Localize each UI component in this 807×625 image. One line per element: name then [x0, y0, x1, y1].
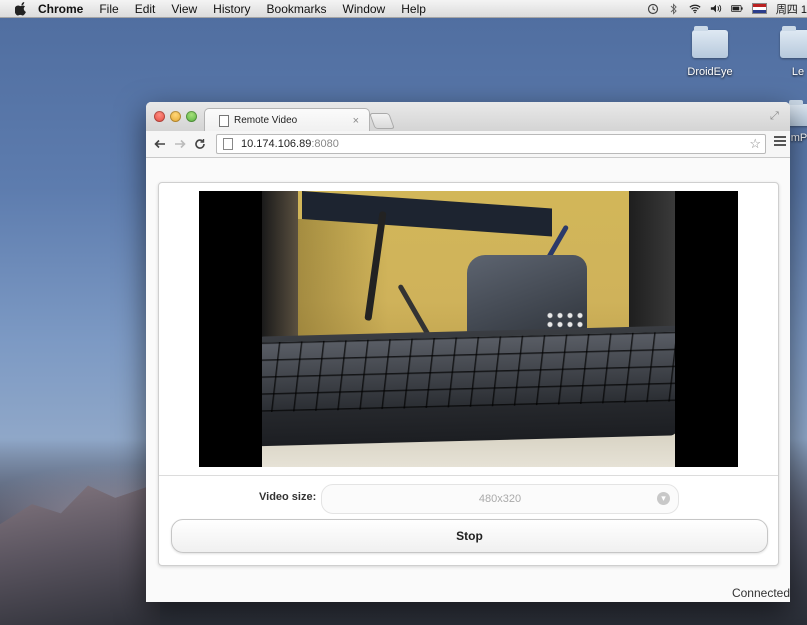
browser-toolbar: 10.174.106.89:8080 ☆: [146, 131, 790, 158]
new-tab-button[interactable]: [369, 113, 395, 129]
desktop-folder-droideye[interactable]: DroidEye: [675, 26, 745, 78]
video-player[interactable]: [199, 191, 738, 467]
menu-bar: Chrome File Edit View History Bookmarks …: [0, 0, 807, 18]
apple-menu-icon[interactable]: [14, 1, 28, 16]
page-icon: [219, 114, 229, 127]
connection-status: Connected: [731, 586, 790, 600]
video-panel: Video size: 480x320 ▾ Stop: [158, 182, 779, 566]
tab-title: Remote Video: [234, 115, 298, 126]
video-frame: [262, 191, 675, 467]
tab-remote-video[interactable]: Remote Video ×: [204, 108, 370, 132]
bluetooth-icon[interactable]: [668, 2, 680, 15]
panel-divider: [159, 475, 778, 476]
menu-edit[interactable]: Edit: [135, 2, 156, 16]
flag-icon[interactable]: [751, 3, 767, 14]
minimize-window-button[interactable]: [170, 111, 181, 122]
menu-file[interactable]: File: [99, 2, 118, 16]
address-host: 10.174.106.89: [241, 138, 312, 150]
menu-history[interactable]: History: [213, 2, 250, 16]
chrome-menu-button[interactable]: [774, 136, 786, 148]
bookmark-star-icon[interactable]: ☆: [749, 136, 761, 152]
tab-strip: Remote Video × ⤢: [146, 102, 790, 132]
stop-button[interactable]: Stop: [171, 519, 768, 553]
status-area: 周四 1: [647, 0, 807, 17]
folder-icon: [692, 26, 728, 58]
volume-icon[interactable]: [710, 3, 722, 15]
battery-icon[interactable]: [730, 3, 743, 15]
forward-button[interactable]: [170, 134, 190, 154]
desktop-folder-label: Le: [791, 66, 805, 78]
menu-help[interactable]: Help: [401, 2, 426, 16]
browser-window: Remote Video × ⤢ 10.174.106.89:8080 ☆ V…: [146, 102, 790, 602]
reload-button[interactable]: [190, 134, 210, 154]
address-bar[interactable]: 10.174.106.89:8080 ☆: [216, 134, 766, 154]
chevron-down-icon: ▾: [657, 492, 670, 505]
menu-clock[interactable]: 周四 1: [776, 1, 807, 17]
video-size-select[interactable]: 480x320 ▾: [321, 484, 679, 514]
menu-bookmarks[interactable]: Bookmarks: [267, 2, 327, 16]
video-size-value: 480x320: [478, 493, 522, 505]
menu-app-name[interactable]: Chrome: [38, 2, 83, 16]
close-window-button[interactable]: [154, 111, 165, 122]
window-controls: [154, 111, 197, 122]
video-size-label: Video size:: [259, 491, 317, 503]
desktop-folder-le[interactable]: Le: [773, 26, 807, 78]
desktop-folder-label: DroidEye: [687, 66, 733, 78]
folder-icon: [780, 26, 807, 58]
zoom-window-button[interactable]: [186, 111, 197, 122]
address-port: :8080: [311, 138, 339, 150]
fullscreen-icon[interactable]: ⤢: [770, 110, 782, 122]
close-tab-icon[interactable]: ×: [353, 115, 359, 127]
menu-window[interactable]: Window: [343, 2, 386, 16]
folder-icon: [787, 100, 807, 126]
time-machine-icon[interactable]: [647, 3, 659, 15]
wifi-icon[interactable]: [689, 3, 701, 15]
menu-view[interactable]: View: [171, 2, 197, 16]
back-button[interactable]: [150, 134, 170, 154]
reload-icon: [195, 139, 205, 149]
forward-arrow-icon: [175, 139, 186, 149]
back-arrow-icon: [154, 139, 165, 149]
page-icon: [223, 138, 233, 150]
page-content: Video size: 480x320 ▾ Stop Connected: [146, 158, 790, 602]
